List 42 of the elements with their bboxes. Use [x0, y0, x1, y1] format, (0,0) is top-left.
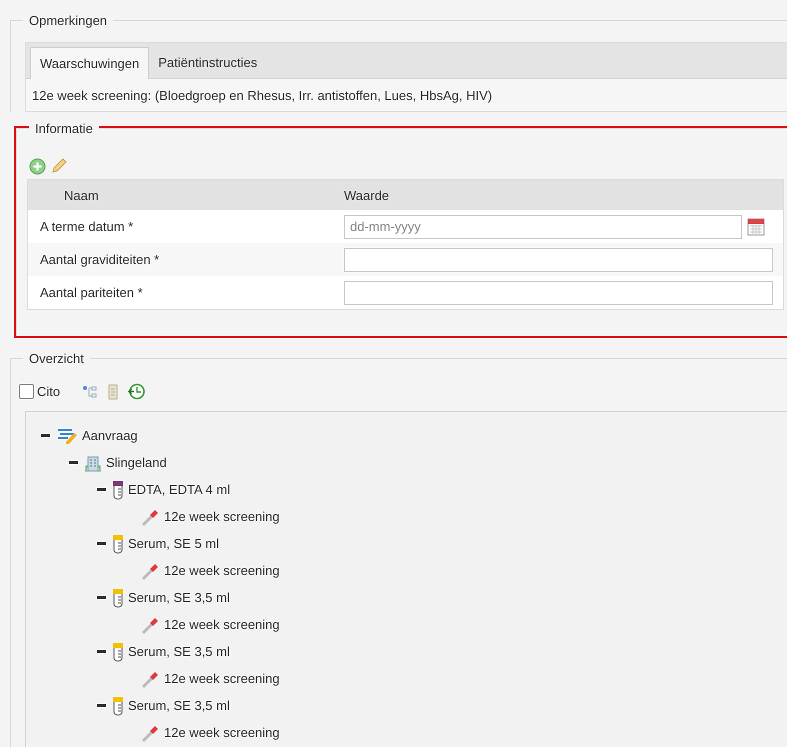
collapse-toggle[interactable] [97, 593, 106, 602]
collapse-toggle[interactable] [41, 431, 50, 440]
collapse-toggle[interactable] [69, 458, 78, 467]
tree-item[interactable]: 12e week screening [164, 725, 280, 740]
field-label: Aantal pariteiten * [40, 285, 143, 300]
tree-item[interactable]: 12e week screening [164, 617, 280, 632]
building-icon [84, 454, 102, 472]
column-header: Waarde [344, 188, 390, 202]
field-label: Aantal graviditeiten * [40, 252, 160, 267]
cito-checkbox[interactable]: Cito [19, 384, 60, 399]
tree-item[interactable]: 12e week screening [164, 563, 280, 578]
warning-text: 12e week screening: (Bloedgroep en Rhesus, Irr. antistoffen, Lues, HbsAg, HIV) [31, 87, 494, 105]
tab[interactable]: Waarschuwingen [30, 47, 150, 79]
collapse-toggle[interactable] [97, 539, 106, 548]
clock-icon[interactable] [128, 383, 146, 400]
add-icon[interactable] [29, 158, 46, 174]
column-header: Naam [64, 188, 99, 202]
checkbox[interactable] [19, 384, 34, 399]
tree-item[interactable]: 12e week screening [164, 509, 280, 524]
tree-item[interactable]: Serum, SE 5 ml [128, 536, 220, 551]
field-label: A terme datum * [40, 219, 134, 234]
input-field[interactable] [344, 280, 773, 304]
collapse-toggle[interactable] [97, 701, 106, 710]
tree-item[interactable]: 12e week screening [164, 671, 280, 686]
tree-item[interactable]: Slingeland [106, 455, 167, 470]
collapse-toggle[interactable] [97, 647, 106, 656]
section-legend: Informatie [29, 121, 99, 136]
tree-structure-icon[interactable] [82, 384, 98, 398]
date-field[interactable]: dd-mm-yyyy [344, 214, 742, 238]
input-field[interactable] [344, 248, 773, 272]
request-icon [56, 428, 78, 444]
tree-item[interactable]: Serum, SE 3,5 ml [128, 698, 230, 713]
tree-item[interactable]: Serum, SE 3,5 ml [128, 644, 230, 659]
tree-item[interactable]: EDTA, EDTA 4 ml [128, 482, 230, 497]
tree-item[interactable]: Serum, SE 3,5 ml [128, 590, 230, 605]
calendar-icon[interactable] [747, 217, 765, 236]
collapse-toggle[interactable] [97, 485, 106, 494]
section-legend: Opmerkingen [23, 13, 114, 28]
tree-item[interactable]: Aanvraag [82, 428, 138, 443]
checkbox-label: Cito [37, 384, 60, 399]
section-legend: Overzicht [23, 351, 90, 366]
tab[interactable]: Patiëntinstructies [149, 47, 266, 78]
